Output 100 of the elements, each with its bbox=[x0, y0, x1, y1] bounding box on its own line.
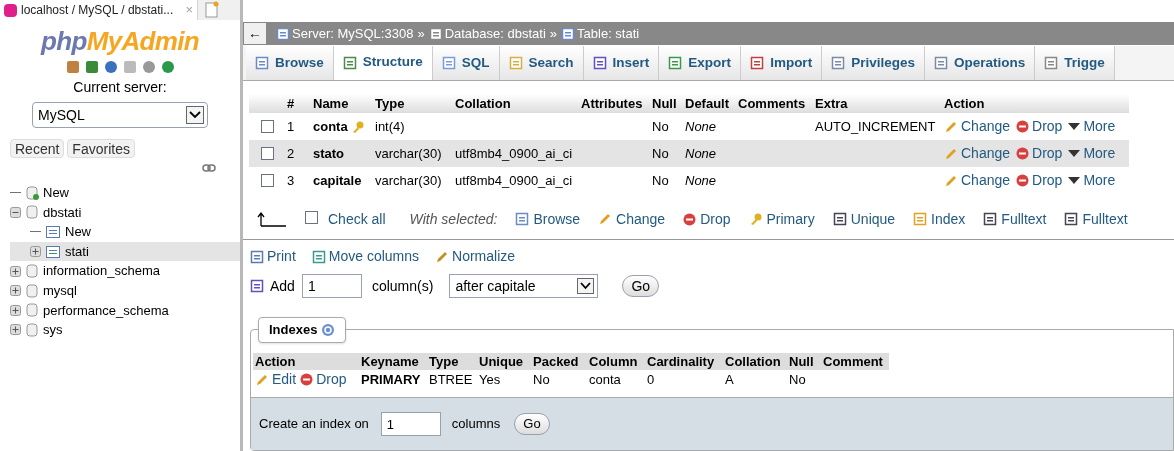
drop-icon bbox=[1016, 120, 1030, 133]
logo[interactable]: phpMyAdmin bbox=[40, 27, 200, 55]
expand-icon[interactable] bbox=[10, 304, 21, 316]
table-cell: 1 bbox=[287, 118, 295, 134]
column-name: conta bbox=[313, 117, 348, 136]
table-icon bbox=[515, 212, 530, 226]
tab[interactable]: Browse bbox=[246, 46, 334, 80]
action-link[interactable]: Drop bbox=[1016, 116, 1063, 137]
sidebar-button[interactable]: Favorites bbox=[67, 139, 135, 158]
indexes-legend: Indexes bbox=[258, 317, 347, 343]
go-button[interactable]: Go bbox=[514, 413, 550, 435]
tree-label[interactable]: performance_schema bbox=[43, 300, 169, 321]
expand-icon[interactable] bbox=[10, 265, 21, 277]
action-link[interactable]: Change bbox=[944, 116, 1011, 137]
tab[interactable]: Insert bbox=[583, 46, 660, 80]
browser-tab[interactable]: localhost / MySQL / dbstati... × bbox=[0, 0, 198, 20]
checkbox[interactable] bbox=[261, 147, 274, 160]
breadcrumb-separator: » bbox=[417, 24, 425, 43]
column-header: Action bbox=[255, 353, 296, 369]
action-link[interactable]: Drop bbox=[1016, 170, 1063, 191]
server-select[interactable]: MySQL bbox=[32, 102, 208, 128]
tool-link[interactable]: Normalize bbox=[435, 246, 516, 267]
go-button[interactable]: Go bbox=[622, 275, 660, 297]
action-link[interactable]: Change bbox=[944, 143, 1011, 164]
bulk-action-link[interactable]: Drop bbox=[683, 208, 731, 230]
bulk-action-link[interactable]: Unique bbox=[832, 208, 896, 230]
expand-icon[interactable] bbox=[30, 246, 41, 258]
add-label: Add bbox=[270, 276, 295, 296]
pencil-icon bbox=[944, 146, 958, 161]
bulk-action-link[interactable]: Fulltext bbox=[983, 208, 1047, 230]
tree-label[interactable]: information_schema bbox=[43, 261, 161, 281]
columns-label: column(s) bbox=[371, 276, 434, 296]
tree-label[interactable]: stati bbox=[65, 241, 89, 262]
bulk-action-link[interactable]: Change bbox=[598, 208, 666, 230]
new-table-icon bbox=[45, 224, 61, 240]
table-cell: AUTO_INCREMENT bbox=[815, 118, 936, 134]
action-link[interactable]: Drop bbox=[1016, 143, 1063, 164]
tool-link[interactable]: Move columns bbox=[311, 246, 420, 267]
check-all-link[interactable]: Check all bbox=[328, 208, 386, 230]
column-header: Unique bbox=[479, 353, 524, 369]
bulk-action-link[interactable]: Index bbox=[913, 208, 966, 230]
pencil-icon bbox=[255, 372, 269, 387]
current-server-label: Current server: bbox=[73, 78, 167, 97]
column-header: Null bbox=[652, 95, 677, 111]
link-icon[interactable] bbox=[202, 164, 216, 172]
breadcrumb-link[interactable]: Server: MySQL:3308 bbox=[292, 23, 414, 44]
breadcrumb-link[interactable]: Table: stati bbox=[577, 23, 640, 44]
tab[interactable]: SQL bbox=[432, 46, 500, 80]
column-header: Type bbox=[429, 353, 459, 369]
checkbox[interactable] bbox=[261, 120, 274, 133]
table-cell: conta bbox=[589, 371, 621, 387]
checkbox[interactable] bbox=[305, 210, 318, 224]
table-icon bbox=[45, 243, 61, 260]
position-select[interactable]: after capitale bbox=[449, 274, 599, 298]
tree-label[interactable]: sys bbox=[43, 320, 63, 340]
column-header: Name bbox=[313, 95, 349, 111]
tree-item-highlight[interactable]: stati bbox=[10, 241, 240, 262]
tab[interactable]: Structure bbox=[333, 46, 433, 80]
tab[interactable]: Trigge bbox=[1035, 46, 1115, 80]
column-header: Collation bbox=[725, 353, 781, 369]
caret-icon bbox=[1068, 149, 1081, 158]
tab[interactable]: Search bbox=[499, 46, 584, 80]
column-header: Default bbox=[685, 95, 730, 111]
tree-label[interactable]: dbstati bbox=[43, 202, 82, 223]
tool-link[interactable]: Print bbox=[250, 246, 296, 267]
column-header: Null bbox=[789, 353, 814, 369]
column-header: Action bbox=[944, 95, 985, 111]
index-column-count-input[interactable]: 1 bbox=[380, 412, 441, 436]
action-link[interactable]: Edit bbox=[255, 369, 297, 390]
table-cell: 2 bbox=[287, 145, 295, 161]
tab[interactable]: Export bbox=[659, 46, 742, 80]
tree-label[interactable]: New bbox=[43, 183, 69, 203]
bulk-action-link[interactable]: Primary bbox=[748, 208, 815, 230]
action-link[interactable]: More bbox=[1068, 170, 1116, 191]
table-cell: 3 bbox=[287, 172, 295, 188]
table-cell: varchar(30) bbox=[375, 145, 442, 161]
tab-title: localhost / MySQL / dbstati... bbox=[21, 2, 174, 19]
tab[interactable]: Operations bbox=[924, 46, 1036, 80]
bulk-action-link[interactable]: Browse bbox=[515, 208, 581, 230]
action-link[interactable]: Drop bbox=[300, 369, 347, 390]
table-cell: No bbox=[652, 172, 669, 188]
action-link[interactable]: More bbox=[1068, 116, 1116, 137]
collapse-icon[interactable] bbox=[10, 206, 21, 218]
bulk-action-link[interactable]: Fulltext bbox=[1064, 208, 1128, 230]
sidebar-button[interactable]: Recent bbox=[10, 139, 65, 158]
action-link[interactable]: Change bbox=[944, 170, 1011, 191]
tab[interactable]: Privileges bbox=[822, 46, 925, 80]
structure-tab-icon bbox=[342, 55, 357, 70]
tab[interactable]: Import bbox=[741, 46, 823, 80]
tree-label[interactable]: mysql bbox=[43, 281, 77, 301]
tree-label[interactable]: New bbox=[65, 222, 91, 242]
table-cell: A bbox=[725, 371, 734, 387]
expand-icon[interactable] bbox=[10, 285, 21, 297]
checkbox[interactable] bbox=[261, 174, 274, 187]
column-count-input[interactable]: 1 bbox=[301, 274, 362, 298]
breadcrumb-link[interactable]: Database: dbstati bbox=[444, 23, 546, 44]
expand-icon[interactable] bbox=[10, 324, 21, 336]
back-button[interactable]: ← bbox=[244, 23, 266, 44]
action-link[interactable]: More bbox=[1068, 143, 1116, 164]
column-name: capitale bbox=[313, 171, 362, 190]
